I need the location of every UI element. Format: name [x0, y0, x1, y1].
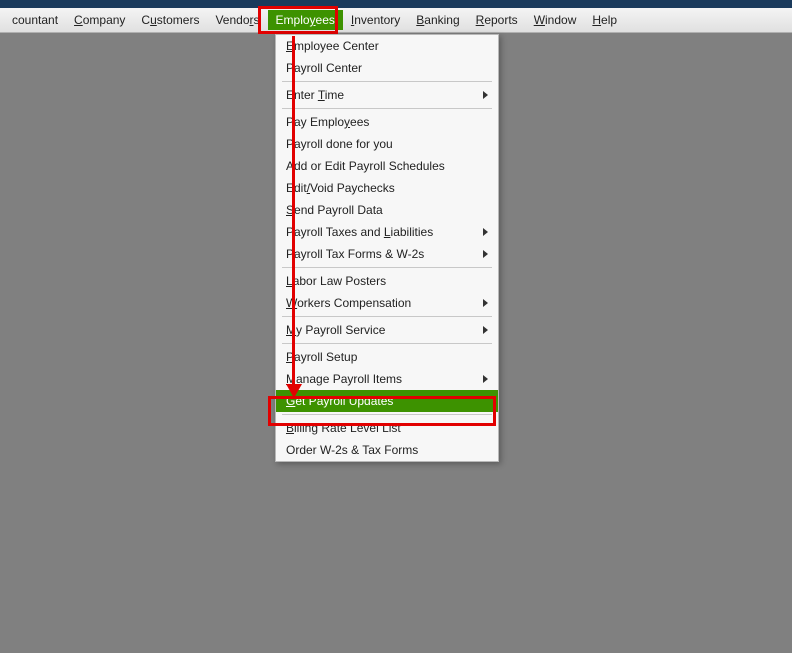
menu-item-label: Billing Rate Level List	[286, 421, 401, 435]
menu-item-label: Employee Center	[286, 39, 379, 53]
menu-window[interactable]: Window	[526, 10, 585, 30]
menu-item-label: Payroll Tax Forms & W-2s	[286, 247, 424, 261]
menu-item-label: Enter Time	[286, 88, 344, 102]
menu-separator	[282, 81, 492, 82]
submenu-arrow-icon	[483, 228, 488, 236]
menu-employees[interactable]: Employees	[268, 10, 343, 30]
menu-item-label: Send Payroll Data	[286, 203, 383, 217]
menu-item-label: Get Payroll Updates	[286, 394, 393, 408]
menu-item-label: Payroll done for you	[286, 137, 393, 151]
menu-item-payroll-taxes-and-liabilities[interactable]: Payroll Taxes and Liabilities	[276, 221, 498, 243]
menu-reports[interactable]: Reports	[468, 10, 526, 30]
menu-item-label: Payroll Center	[286, 61, 362, 75]
menu-item-label: Labor Law Posters	[286, 274, 386, 288]
menu-separator	[282, 267, 492, 268]
menu-item-labor-law-posters[interactable]: Labor Law Posters	[276, 270, 498, 292]
menu-item-label: Manage Payroll Items	[286, 372, 402, 386]
menu-item-label: Add or Edit Payroll Schedules	[286, 159, 445, 173]
menu-item-label: Order W-2s & Tax Forms	[286, 443, 418, 457]
menu-customers[interactable]: Customers	[133, 10, 207, 30]
menu-separator	[282, 343, 492, 344]
submenu-arrow-icon	[483, 299, 488, 307]
menu-item-enter-time[interactable]: Enter Time	[276, 84, 498, 106]
menu-item-label: Payroll Setup	[286, 350, 357, 364]
menu-item-send-payroll-data[interactable]: Send Payroll Data	[276, 199, 498, 221]
menu-item-label: Edit/Void Paychecks	[286, 181, 395, 195]
menubar: countantCompanyCustomersVendorsEmployees…	[0, 8, 792, 33]
menu-item-label: Workers Compensation	[286, 296, 411, 310]
menu-countant[interactable]: countant	[4, 10, 66, 30]
menu-item-label: My Payroll Service	[286, 323, 385, 337]
submenu-arrow-icon	[483, 91, 488, 99]
menu-item-edit-void-paychecks[interactable]: Edit/Void Paychecks	[276, 177, 498, 199]
menu-item-payroll-setup[interactable]: Payroll Setup	[276, 346, 498, 368]
menu-item-add-or-edit-payroll-schedules[interactable]: Add or Edit Payroll Schedules	[276, 155, 498, 177]
employees-dropdown-menu: Employee Center Payroll Center Enter Time P…	[275, 34, 499, 462]
menu-item-payroll-tax-forms-w-2s[interactable]: Payroll Tax Forms & W-2s	[276, 243, 498, 265]
menu-item-my-payroll-service[interactable]: My Payroll Service	[276, 319, 498, 341]
menu-item-employee-center[interactable]: Employee Center	[276, 35, 498, 57]
submenu-arrow-icon	[483, 375, 488, 383]
menu-item-label: Pay Employees	[286, 115, 369, 129]
menu-company[interactable]: Company	[66, 10, 133, 30]
menu-item-get-payroll-updates[interactable]: Get Payroll Updates	[276, 390, 498, 412]
submenu-arrow-icon	[483, 250, 488, 258]
submenu-arrow-icon	[483, 326, 488, 334]
window-titlebar	[0, 0, 792, 8]
menu-separator	[282, 316, 492, 317]
menu-item-workers-compensation[interactable]: Workers Compensation	[276, 292, 498, 314]
menu-item-pay-employees[interactable]: Pay Employees	[276, 111, 498, 133]
menu-item-manage-payroll-items[interactable]: Manage Payroll Items	[276, 368, 498, 390]
menu-vendors[interactable]: Vendors	[207, 10, 267, 30]
menu-separator	[282, 108, 492, 109]
menu-item-billing-rate-level-list[interactable]: Billing Rate Level List	[276, 417, 498, 439]
menu-inventory[interactable]: Inventory	[343, 10, 408, 30]
menu-banking[interactable]: Banking	[408, 10, 467, 30]
menu-item-label: Payroll Taxes and Liabilities	[286, 225, 433, 239]
menu-help[interactable]: Help	[584, 10, 625, 30]
menu-item-payroll-center[interactable]: Payroll Center	[276, 57, 498, 79]
menu-item-payroll-done-for-you[interactable]: Payroll done for you	[276, 133, 498, 155]
menu-item-order-w-2s-tax-forms[interactable]: Order W-2s & Tax Forms	[276, 439, 498, 461]
menu-separator	[282, 414, 492, 415]
